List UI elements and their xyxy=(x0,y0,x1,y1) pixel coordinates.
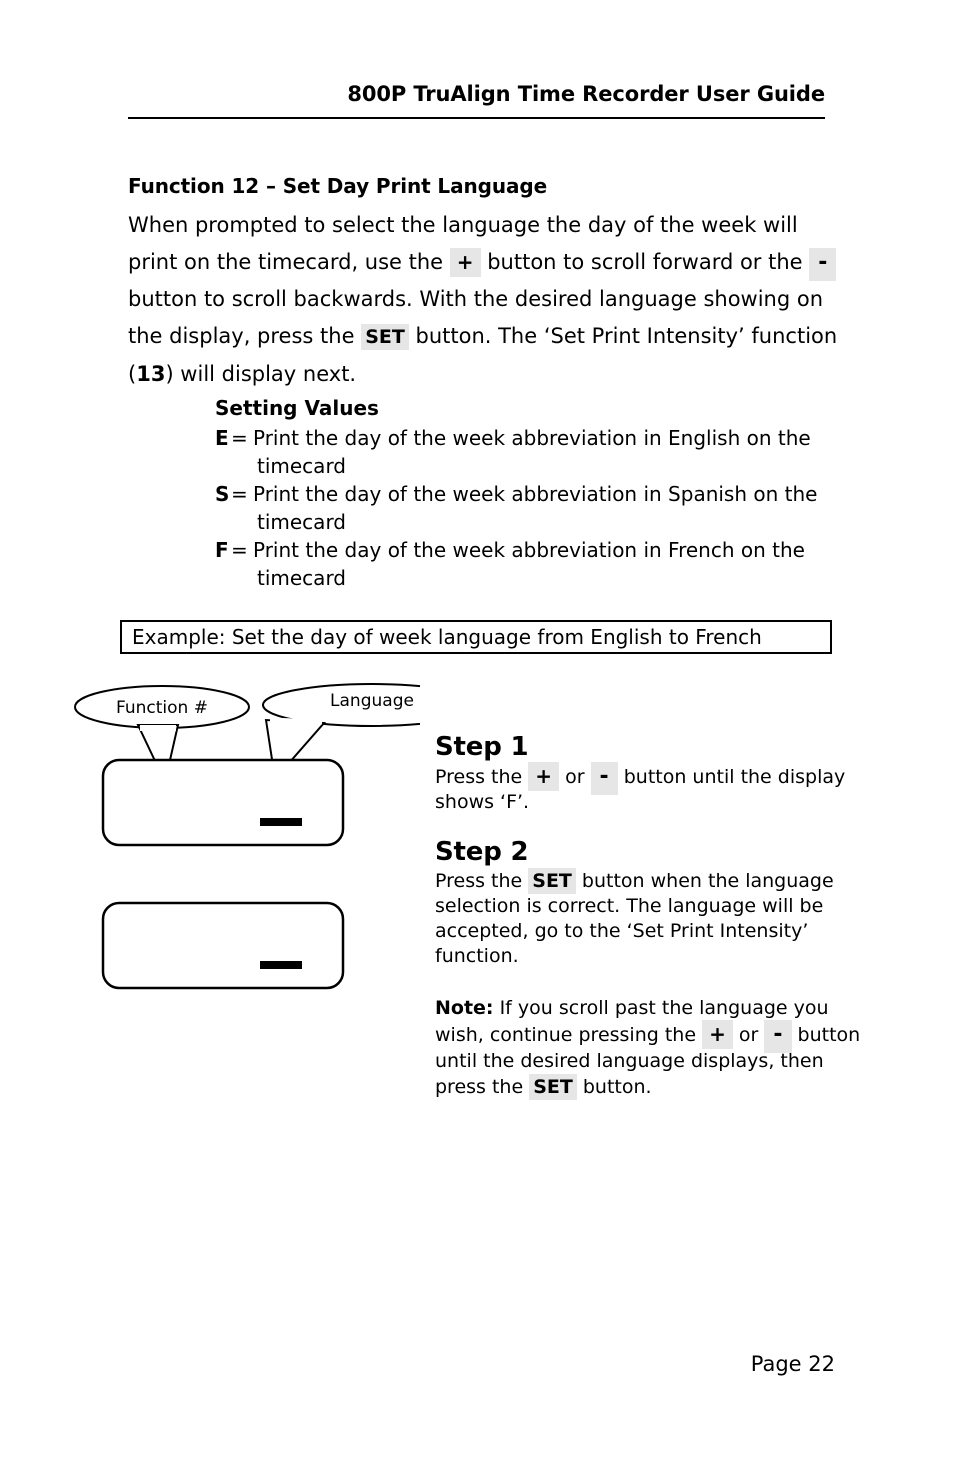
setting-value-code: F xyxy=(215,538,229,562)
set-button-chip[interactable]: SET xyxy=(361,324,409,350)
step-1-title: Step 1 xyxy=(435,732,529,762)
setting-value-row: F = Print the day of the week abbreviation… xyxy=(215,536,845,592)
set-button-chip[interactable]: SET xyxy=(529,1074,577,1100)
steps-column: Step 1 Press the + or - button until the… xyxy=(435,732,865,1100)
header-rule-divider xyxy=(128,117,825,119)
step-1-body: Press the + or - button until the displa… xyxy=(435,762,865,815)
display-diagram: Function # Language xyxy=(60,676,420,1006)
lcd-display-step-1-frame xyxy=(101,758,345,847)
plus-button-chip[interactable]: + xyxy=(702,1020,733,1049)
lcd-display-step-1-segment xyxy=(260,818,302,826)
step-2-block: Step 2 Press the SET button when the lan… xyxy=(435,837,865,969)
setting-value-equals: = xyxy=(231,482,248,506)
setting-value-equals: = xyxy=(231,538,248,562)
note-lead-label: Note: xyxy=(435,997,494,1019)
lcd-display-step-2-frame xyxy=(101,901,345,990)
lcd-display-step-2-segment xyxy=(260,961,302,969)
minus-button-chip[interactable]: - xyxy=(764,1020,792,1053)
setting-values-title: Setting Values xyxy=(215,396,379,420)
note-block: Note: If you scroll past the language yo… xyxy=(435,995,865,1100)
minus-button-chip[interactable]: - xyxy=(590,762,618,795)
setting-value-description: Print the day of the week abbreviation i… xyxy=(253,426,811,478)
document-page: 800P TruAlign Time Recorder User Guide F… xyxy=(0,0,954,1475)
intro-text-part-2: button to scroll forward or the xyxy=(480,250,810,274)
note-text-part-2: or xyxy=(732,1024,765,1046)
running-header-title: 800P TruAlign Time Recorder User Guide xyxy=(347,82,825,106)
setting-value-equals: = xyxy=(231,426,248,450)
setting-value-row: E = Print the day of the week abbreviation… xyxy=(215,424,845,480)
page-number: Page 22 xyxy=(750,1352,835,1376)
set-button-chip[interactable]: SET xyxy=(528,868,576,894)
lcd-display-step-2 xyxy=(101,901,345,990)
step-2-title: Step 2 xyxy=(435,837,529,867)
step-2-body: Press the SET button when the language s… xyxy=(435,868,865,969)
callout-function-number-label: Function # xyxy=(116,698,208,718)
setting-value-row: S= Print the day of the week abbreviation… xyxy=(215,480,845,536)
note-body: Note: If you scroll past the language yo… xyxy=(435,995,865,1100)
example-banner-text: Example: Set the day of week language fr… xyxy=(132,625,762,649)
example-banner: Example: Set the day of week language fr… xyxy=(120,620,832,654)
plus-button-chip[interactable]: + xyxy=(449,248,481,277)
plus-button-chip[interactable]: + xyxy=(528,762,560,791)
note-text-part-4: button. xyxy=(576,1076,652,1098)
callout-function-number-tail-join xyxy=(140,725,176,731)
step-1-text-part-2: or xyxy=(559,766,591,788)
lcd-display-step-1 xyxy=(101,758,345,847)
intro-paragraph: When prompted to select the language the… xyxy=(128,207,838,393)
setting-value-code: S xyxy=(215,482,230,506)
minus-button-chip[interactable]: - xyxy=(809,248,837,281)
step-2-text-part-1: Press the xyxy=(435,870,529,892)
section-heading: Function 12 – Set Day Print Language xyxy=(128,174,548,198)
next-function-number: 13 xyxy=(136,362,166,386)
setting-value-description: Print the day of the week abbreviation i… xyxy=(253,538,805,590)
step-1-block: Step 1 Press the + or - button until the… xyxy=(435,732,865,815)
callout-language-label: Language xyxy=(330,691,414,711)
setting-value-code: E xyxy=(215,426,229,450)
callout-language-tail-join xyxy=(269,717,323,725)
step-1-text-part-1: Press the xyxy=(435,766,529,788)
setting-values-block: Setting Values E = Print the day of the we… xyxy=(215,394,845,592)
setting-value-description: Print the day of the week abbreviation i… xyxy=(253,482,818,534)
intro-text-part-5: ) will display next. xyxy=(165,362,357,386)
